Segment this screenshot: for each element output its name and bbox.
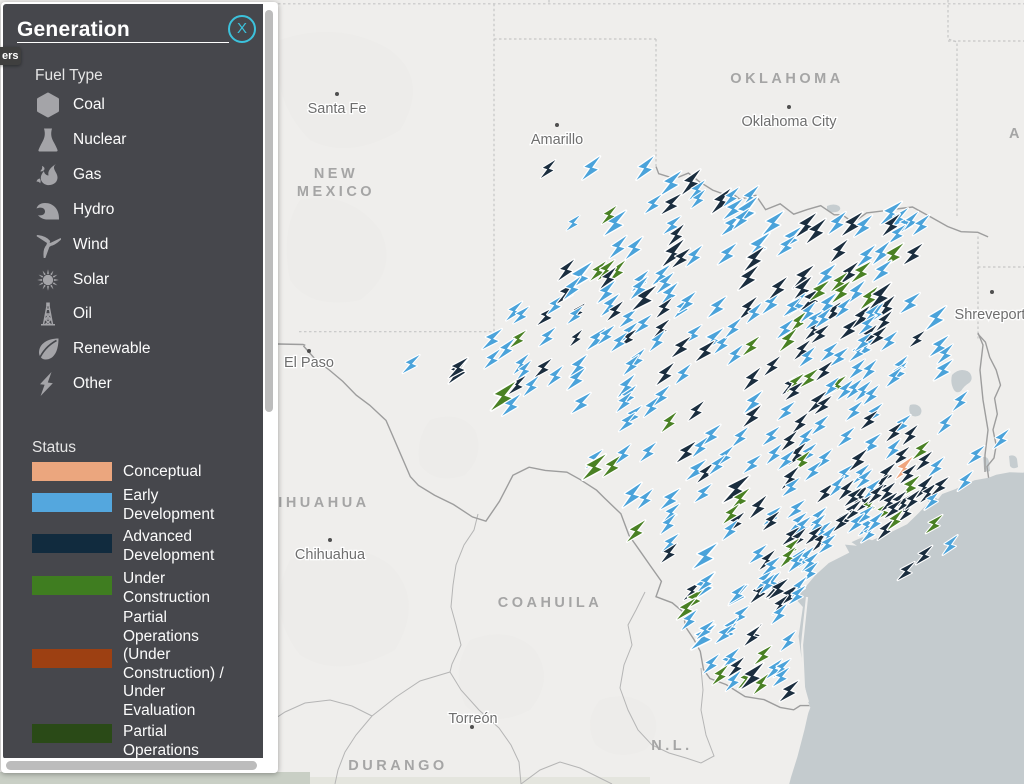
svg-text:COAHUILA: COAHUILA bbox=[498, 595, 603, 611]
svg-text:N.L.: N.L. bbox=[651, 738, 692, 754]
svg-text:El Paso: El Paso bbox=[284, 355, 334, 371]
svg-text:Santa Fe: Santa Fe bbox=[308, 101, 367, 117]
svg-text:Chihuahua: Chihuahua bbox=[295, 547, 366, 563]
svg-text:Amarillo: Amarillo bbox=[531, 132, 583, 148]
svg-text:Oklahoma City: Oklahoma City bbox=[741, 114, 837, 130]
svg-text:Shreveport: Shreveport bbox=[955, 307, 1024, 323]
svg-text:OKLAHOMA: OKLAHOMA bbox=[730, 71, 843, 87]
svg-text:DURANGO: DURANGO bbox=[348, 758, 447, 774]
svg-text:A: A bbox=[1009, 126, 1023, 142]
svg-text:MEXICO: MEXICO bbox=[297, 184, 375, 200]
svg-text:Torreón: Torreón bbox=[448, 711, 497, 727]
svg-text:NEW: NEW bbox=[314, 166, 358, 182]
